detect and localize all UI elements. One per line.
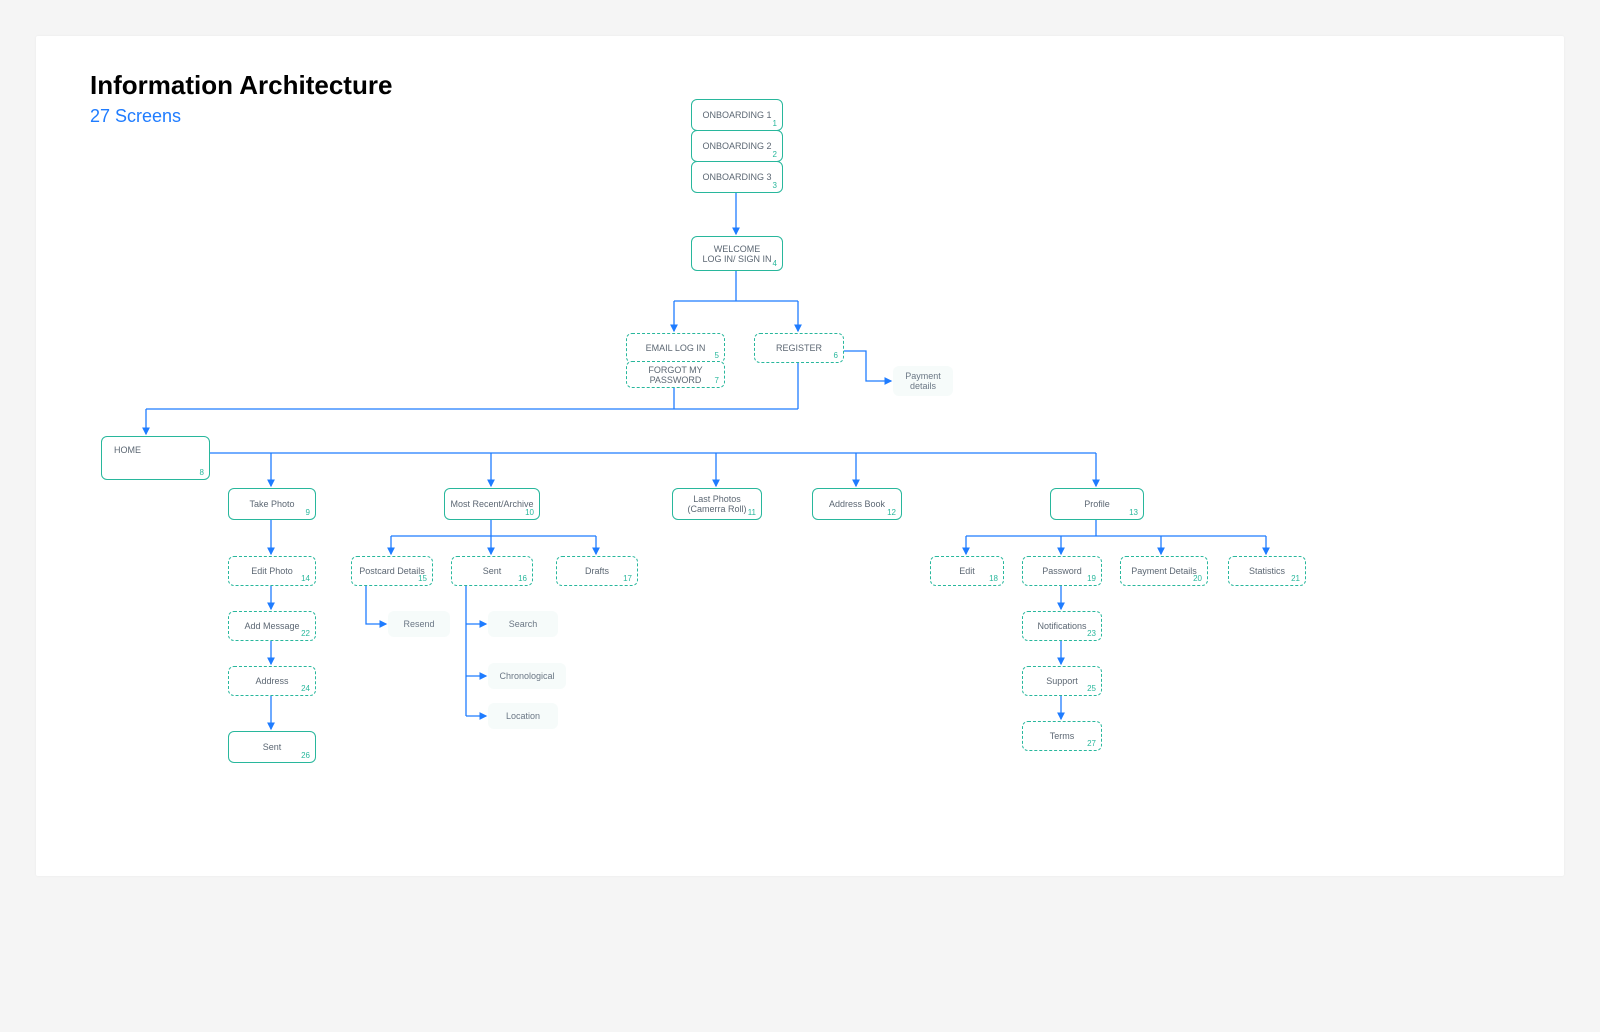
label: Sent bbox=[263, 742, 282, 752]
node-register: REGISTER 6 bbox=[754, 333, 844, 363]
node-support: Support 25 bbox=[1022, 666, 1102, 696]
num: 18 bbox=[989, 574, 998, 583]
node-email-login: EMAIL LOG IN 5 bbox=[626, 333, 725, 363]
label: Password bbox=[1042, 566, 1082, 576]
num: 3 bbox=[773, 181, 777, 190]
node-resend: Resend bbox=[388, 611, 450, 637]
num: 10 bbox=[525, 508, 534, 517]
node-payment-details-aux: Payment details bbox=[893, 366, 953, 396]
label: Sent bbox=[483, 566, 502, 576]
node-statistics: Statistics 21 bbox=[1228, 556, 1306, 586]
num: 23 bbox=[1087, 629, 1096, 638]
node-edit: Edit 18 bbox=[930, 556, 1004, 586]
label: ONBOARDING 3 bbox=[702, 172, 771, 182]
num: 9 bbox=[306, 508, 310, 517]
label: ONBOARDING 2 bbox=[702, 141, 771, 151]
node-sent: Sent 16 bbox=[451, 556, 533, 586]
node-terms: Terms 27 bbox=[1022, 721, 1102, 751]
num: 12 bbox=[887, 508, 896, 517]
node-add-message: Add Message 22 bbox=[228, 611, 316, 641]
num: 26 bbox=[301, 751, 310, 760]
label: Payment Details bbox=[1131, 566, 1197, 576]
label: Terms bbox=[1050, 731, 1075, 741]
node-onboarding-3: ONBOARDING 3 3 bbox=[691, 161, 783, 193]
line1: WELCOME bbox=[714, 244, 761, 254]
num: 17 bbox=[623, 574, 632, 583]
num: 6 bbox=[834, 351, 838, 360]
node-address-book: Address Book 12 bbox=[812, 488, 902, 520]
node-drafts: Drafts 17 bbox=[556, 556, 638, 586]
line2: (Camerra Roll) bbox=[687, 504, 746, 514]
node-onboarding-1: ONBOARDING 1 1 bbox=[691, 99, 783, 131]
num: 1 bbox=[773, 119, 777, 128]
node-postcard-details: Postcard Details 15 bbox=[351, 556, 433, 586]
node-sent-final: Sent 26 bbox=[228, 731, 316, 763]
label: Postcard Details bbox=[359, 566, 425, 576]
num: 11 bbox=[748, 508, 756, 517]
num: 8 bbox=[200, 468, 204, 477]
num: 19 bbox=[1087, 574, 1096, 583]
node-notifications: Notifications 23 bbox=[1022, 611, 1102, 641]
label: Search bbox=[509, 619, 538, 629]
node-search: Search bbox=[488, 611, 558, 637]
label: ONBOARDING 1 bbox=[702, 110, 771, 120]
label: Add Message bbox=[244, 621, 299, 631]
num: 20 bbox=[1193, 574, 1202, 583]
label: REGISTER bbox=[776, 343, 822, 353]
label: Notifications bbox=[1037, 621, 1086, 631]
num: 14 bbox=[301, 574, 310, 583]
node-home: HOME 8 bbox=[101, 436, 210, 480]
node-location: Location bbox=[488, 703, 558, 729]
label: Address bbox=[255, 676, 288, 686]
num: 13 bbox=[1129, 508, 1138, 517]
num: 22 bbox=[301, 629, 310, 638]
node-welcome: WELCOME LOG IN/ SIGN IN 4 bbox=[691, 236, 783, 271]
label: Take Photo bbox=[249, 499, 294, 509]
num: 24 bbox=[301, 684, 310, 693]
label: FORGOT MY PASSWORD bbox=[627, 365, 724, 385]
label: Address Book bbox=[829, 499, 885, 509]
num: 5 bbox=[715, 351, 719, 360]
label: Location bbox=[506, 711, 540, 721]
node-chronological: Chronological bbox=[488, 663, 566, 689]
node-forgot: FORGOT MY PASSWORD 7 bbox=[626, 361, 725, 388]
label: Statistics bbox=[1249, 566, 1285, 576]
label: Resend bbox=[403, 619, 434, 629]
node-take-photo: Take Photo 9 bbox=[228, 488, 316, 520]
num: 27 bbox=[1087, 739, 1096, 748]
label: Profile bbox=[1084, 499, 1110, 509]
label: Payment details bbox=[893, 371, 953, 391]
label: Most Recent/Archive bbox=[450, 499, 533, 509]
node-address: Address 24 bbox=[228, 666, 316, 696]
num: 15 bbox=[418, 574, 427, 583]
node-last-photos: Last Photos (Camerra Roll) 11 bbox=[672, 488, 762, 520]
num: 21 bbox=[1291, 574, 1300, 583]
node-onboarding-2: ONBOARDING 2 2 bbox=[691, 130, 783, 162]
label: Edit Photo bbox=[251, 566, 293, 576]
num: 4 bbox=[773, 259, 777, 268]
num: 2 bbox=[773, 150, 777, 159]
num: 25 bbox=[1087, 684, 1096, 693]
label: Support bbox=[1046, 676, 1078, 686]
node-payment-details: Payment Details 20 bbox=[1120, 556, 1208, 586]
label: HOME bbox=[114, 445, 141, 455]
label: Drafts bbox=[585, 566, 609, 576]
label: Edit bbox=[959, 566, 975, 576]
node-password: Password 19 bbox=[1022, 556, 1102, 586]
line2: LOG IN/ SIGN IN bbox=[702, 254, 771, 264]
num: 16 bbox=[518, 574, 527, 583]
num: 7 bbox=[715, 376, 719, 385]
node-most-recent: Most Recent/Archive 10 bbox=[444, 488, 540, 520]
label: EMAIL LOG IN bbox=[646, 343, 706, 353]
label: Chronological bbox=[499, 671, 554, 681]
line1: Last Photos bbox=[693, 494, 741, 504]
node-profile: Profile 13 bbox=[1050, 488, 1144, 520]
node-edit-photo: Edit Photo 14 bbox=[228, 556, 316, 586]
